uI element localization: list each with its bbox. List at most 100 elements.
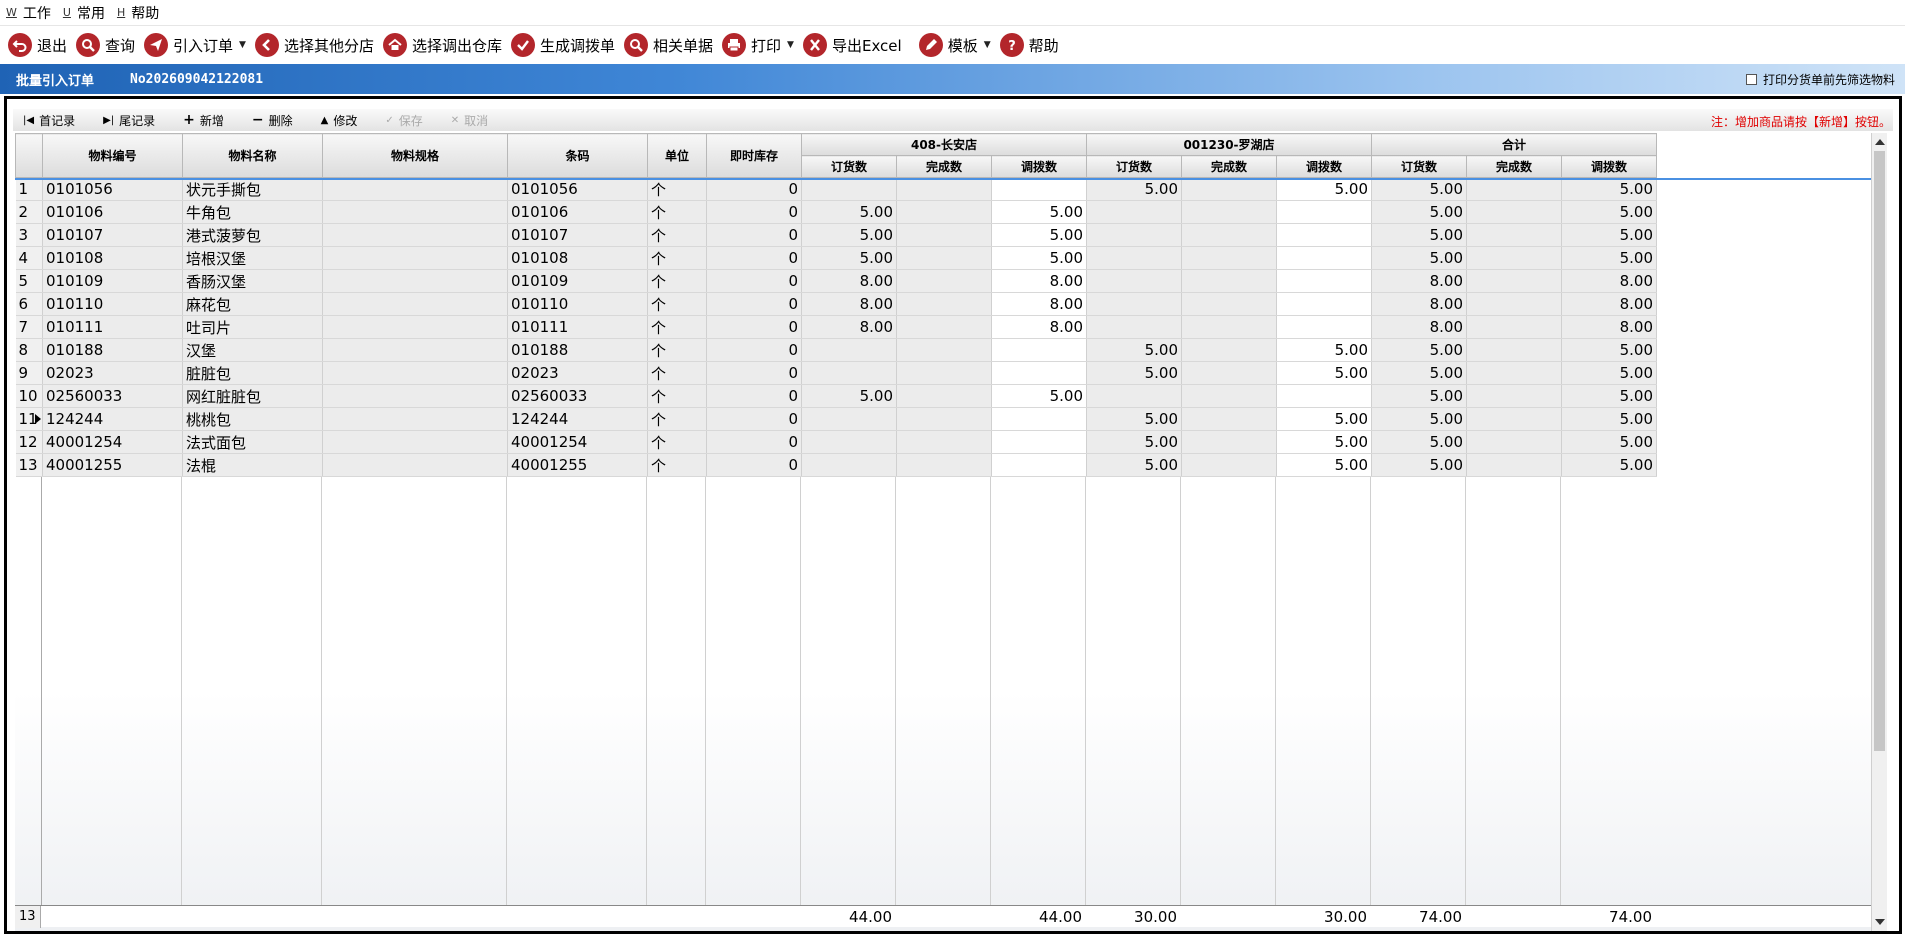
cell-spec[interactable] — [322, 200, 508, 224]
cell-s1-transfer[interactable] — [991, 177, 1087, 201]
cell-name[interactable]: 麻花包 — [182, 292, 323, 316]
cell-name[interactable]: 培根汉堡 — [182, 246, 323, 270]
caret-down-icon[interactable]: ▼ — [984, 40, 991, 50]
cell-total-order[interactable]: 5.00 — [1371, 384, 1467, 408]
header-order-qty[interactable]: 订货数 — [1371, 155, 1467, 178]
cell-s2-done[interactable] — [1181, 200, 1277, 224]
cell-s2-transfer[interactable]: 5.00 — [1276, 453, 1372, 477]
generate-transfer-button[interactable]: 生成调拨单 — [511, 33, 615, 57]
cell-s2-transfer[interactable] — [1276, 315, 1372, 339]
cell-code[interactable]: 02560033 — [42, 384, 183, 408]
cell-s1-order[interactable] — [801, 430, 897, 454]
table-row[interactable]: 9 02023 脏脏包 02023 个 0 5.00 5.00 5.00 5.00 — [15, 361, 1657, 385]
cell-s2-done[interactable] — [1181, 269, 1277, 293]
row-number[interactable]: 4 — [15, 246, 43, 270]
cell-barcode[interactable]: 124244 — [507, 407, 648, 431]
cell-total-order[interactable]: 5.00 — [1371, 223, 1467, 247]
cell-s1-done[interactable] — [896, 223, 992, 247]
cell-total-transfer[interactable]: 5.00 — [1561, 361, 1657, 385]
cell-s1-transfer[interactable] — [991, 453, 1087, 477]
cell-code[interactable]: 010109 — [42, 269, 183, 293]
row-number[interactable]: 13 — [15, 453, 43, 477]
cell-total-transfer[interactable]: 5.00 — [1561, 384, 1657, 408]
cell-stock[interactable]: 0 — [706, 453, 802, 477]
cell-s2-done[interactable] — [1181, 361, 1277, 385]
cell-s2-done[interactable] — [1181, 223, 1277, 247]
cell-name[interactable]: 法式面包 — [182, 430, 323, 454]
cell-unit[interactable]: 个 — [647, 315, 707, 339]
cell-spec[interactable] — [322, 177, 508, 201]
cell-total-done[interactable] — [1466, 269, 1562, 293]
cell-name[interactable]: 状元手撕包 — [182, 177, 323, 201]
cell-total-done[interactable] — [1466, 338, 1562, 362]
cell-total-done[interactable] — [1466, 292, 1562, 316]
scroll-thumb[interactable] — [1874, 151, 1885, 751]
cell-s2-order[interactable] — [1086, 223, 1182, 247]
cell-s1-done[interactable] — [896, 315, 992, 339]
print-filter-option[interactable]: 打印分货单前先筛选物料 — [1745, 71, 1895, 88]
cell-s1-order[interactable]: 8.00 — [801, 315, 897, 339]
cell-total-transfer[interactable]: 5.00 — [1561, 430, 1657, 454]
cell-total-order[interactable]: 5.00 — [1371, 200, 1467, 224]
cell-barcode[interactable]: 010108 — [507, 246, 648, 270]
cell-stock[interactable]: 0 — [706, 430, 802, 454]
cell-name[interactable]: 牛角包 — [182, 200, 323, 224]
help-button[interactable]: ? 帮助 — [999, 33, 1059, 57]
cell-total-done[interactable] — [1466, 407, 1562, 431]
cell-code[interactable]: 010111 — [42, 315, 183, 339]
cell-unit[interactable]: 个 — [647, 269, 707, 293]
cell-code[interactable]: 010108 — [42, 246, 183, 270]
cell-s1-transfer[interactable]: 8.00 — [991, 292, 1087, 316]
cell-s2-order[interactable]: 5.00 — [1086, 407, 1182, 431]
cell-s1-order[interactable]: 5.00 — [801, 246, 897, 270]
header-order-qty[interactable]: 订货数 — [1086, 155, 1182, 178]
cell-s2-order[interactable]: 5.00 — [1086, 177, 1182, 201]
header-done-qty[interactable]: 完成数 — [1466, 155, 1562, 178]
table-row[interactable]: 8 010188 汉堡 010188 个 0 5.00 5.00 5.00 5.00 — [15, 338, 1657, 362]
header-code[interactable]: 物料编号 — [42, 133, 183, 178]
cell-s1-transfer[interactable] — [991, 430, 1087, 454]
cell-s1-done[interactable] — [896, 292, 992, 316]
cell-total-done[interactable] — [1466, 223, 1562, 247]
cell-total-transfer[interactable]: 5.00 — [1561, 177, 1657, 201]
table-row[interactable]: 11 124244 桃桃包 124244 个 0 5.00 5.00 5.00 5.00 — [15, 407, 1657, 431]
cell-s2-order[interactable] — [1086, 315, 1182, 339]
cell-spec[interactable] — [322, 292, 508, 316]
cell-name[interactable]: 网红脏脏包 — [182, 384, 323, 408]
cell-total-transfer[interactable]: 5.00 — [1561, 246, 1657, 270]
scroll-down-icon[interactable] — [1875, 919, 1885, 925]
cell-s1-transfer[interactable] — [991, 338, 1087, 362]
table-row[interactable]: 5 010109 香肠汉堡 010109 个 0 8.00 8.00 8.00 8.00 — [15, 269, 1657, 293]
cell-s2-done[interactable] — [1181, 384, 1277, 408]
row-number[interactable]: 1 — [15, 177, 43, 201]
cell-s2-done[interactable] — [1181, 315, 1277, 339]
row-number[interactable]: 2 — [15, 200, 43, 224]
header-stock[interactable]: 即时库存 — [706, 133, 802, 178]
delete-record-button[interactable]: − 删除 — [252, 112, 293, 129]
cell-unit[interactable]: 个 — [647, 430, 707, 454]
menu-help[interactable]: H 帮助 — [117, 3, 159, 23]
cell-total-transfer[interactable]: 8.00 — [1561, 315, 1657, 339]
table-row[interactable]: 3 010107 港式菠萝包 010107 个 0 5.00 5.00 5.00 5.00 — [15, 223, 1657, 247]
cell-total-done[interactable] — [1466, 246, 1562, 270]
cell-s2-transfer[interactable]: 5.00 — [1276, 177, 1372, 201]
cell-s1-done[interactable] — [896, 269, 992, 293]
cell-total-order[interactable]: 5.00 — [1371, 177, 1467, 201]
cell-s2-order[interactable]: 5.00 — [1086, 361, 1182, 385]
cell-s1-done[interactable] — [896, 361, 992, 385]
cell-s2-done[interactable] — [1181, 246, 1277, 270]
header-done-qty[interactable]: 完成数 — [1181, 155, 1277, 178]
cell-unit[interactable]: 个 — [647, 407, 707, 431]
cell-stock[interactable]: 0 — [706, 384, 802, 408]
cell-barcode[interactable]: 40001254 — [507, 430, 648, 454]
row-number[interactable]: 5 — [15, 269, 43, 293]
cell-name[interactable]: 吐司片 — [182, 315, 323, 339]
header-transfer-qty[interactable]: 调拨数 — [1561, 155, 1657, 178]
cell-s1-done[interactable] — [896, 384, 992, 408]
cell-code[interactable]: 02023 — [42, 361, 183, 385]
cell-s2-done[interactable] — [1181, 430, 1277, 454]
cell-total-order[interactable]: 5.00 — [1371, 453, 1467, 477]
cell-total-order[interactable]: 5.00 — [1371, 246, 1467, 270]
query-button[interactable]: 查询 — [76, 33, 135, 57]
scroll-up-icon[interactable] — [1875, 139, 1885, 145]
